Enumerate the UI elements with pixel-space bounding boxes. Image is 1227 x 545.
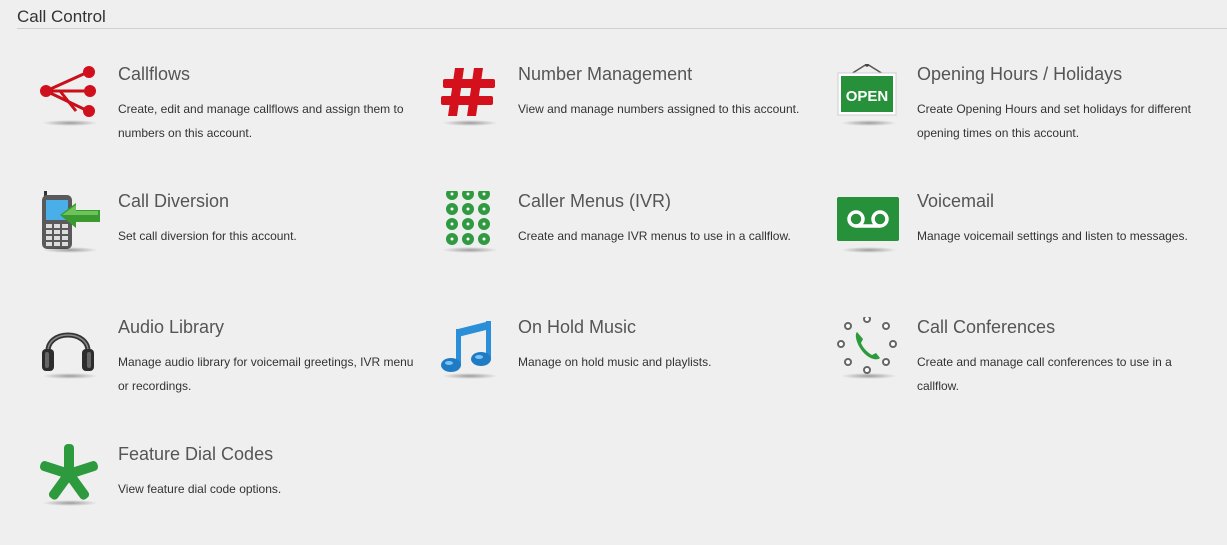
tile-description: Create, edit and manage callflows and as…: [118, 102, 404, 140]
conference-icon: [837, 317, 901, 381]
keypad-icon: [438, 191, 502, 255]
tile-title: Voicemail: [917, 191, 995, 211]
tile-description: Manage audio library for voicemail greet…: [118, 355, 414, 393]
tile-title: Opening Hours / Holidays: [917, 64, 1123, 84]
tile-title: Feature Dial Codes: [118, 444, 274, 464]
tile-title: Call Conferences: [917, 317, 1056, 337]
phone-divert-icon: [38, 191, 102, 255]
tile-description: Create and manage call conferences to us…: [917, 355, 1172, 393]
tile-title: Caller Menus (IVR): [518, 191, 672, 211]
tile-description: Manage voicemail settings and listen to …: [917, 229, 1188, 243]
headphones-icon: [38, 317, 102, 381]
tile-title: Audio Library: [118, 317, 225, 337]
section-title: Call Control: [17, 7, 106, 26]
section-divider: [17, 28, 1227, 29]
tile-description: View and manage numbers assigned to this…: [518, 102, 800, 116]
tile-title: Callflows: [118, 64, 191, 84]
tile-description: View feature dial code options.: [118, 482, 282, 496]
asterisk-icon: [38, 444, 102, 508]
tile-description: Manage on hold music and playlists.: [518, 355, 712, 369]
tile-title: Call Diversion: [118, 191, 230, 211]
tile-title: On Hold Music: [518, 317, 637, 337]
tile-description: Create and manage IVR menus to use in a …: [518, 229, 791, 243]
hash-icon: [438, 64, 502, 128]
tile-description: Set call diversion for this account.: [118, 229, 297, 243]
music-note-icon: [438, 317, 502, 381]
tile-title: Number Management: [518, 64, 693, 84]
open-sign-icon: OPEN: [837, 64, 901, 128]
callflows-icon: [38, 64, 102, 128]
open-sign-text: OPEN: [846, 88, 889, 105]
voicemail-icon: [837, 191, 901, 255]
tile-description: Create Opening Hours and set holidays fo…: [917, 102, 1191, 140]
